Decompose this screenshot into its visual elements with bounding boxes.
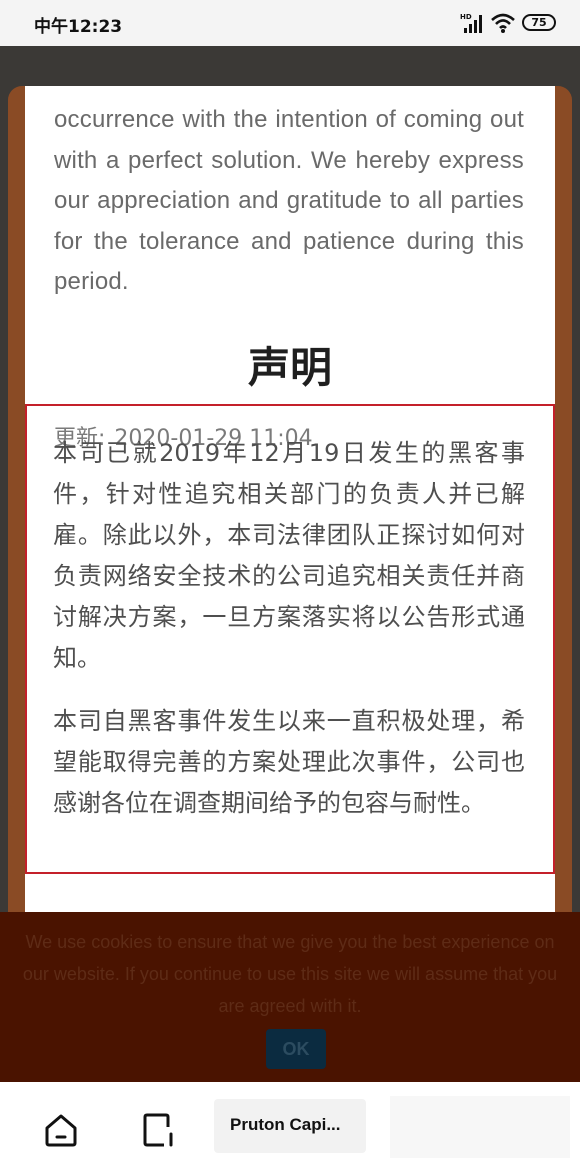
app-tab-label: Pruton Capi... xyxy=(230,1115,341,1134)
cookie-message: We use cookies to ensure that we give yo… xyxy=(22,932,558,1016)
highlight-box xyxy=(25,404,555,874)
signal-icon: HD xyxy=(460,13,482,33)
english-paragraph: occurrence with the intention of coming … xyxy=(54,106,524,295)
home-icon[interactable] xyxy=(42,1112,80,1148)
status-time: 中午12:23 xyxy=(34,17,123,37)
nav-empty-slot xyxy=(390,1096,570,1158)
battery-level: 75 xyxy=(531,16,547,29)
current-app-tab[interactable]: Pruton Capi... xyxy=(214,1099,366,1153)
cookie-banner: We use cookies to ensure that we give yo… xyxy=(0,912,580,1082)
status-bar: 中午12:23 HD 75 xyxy=(0,0,580,46)
cookie-ok-button[interactable]: OK xyxy=(266,1029,326,1069)
battery-icon: 75 xyxy=(522,14,556,31)
hd-badge: HD xyxy=(460,13,472,21)
bottom-navigation: Pruton Capi... xyxy=(0,1082,580,1170)
announcement-heading: 声明 xyxy=(247,343,332,392)
tabs-icon[interactable] xyxy=(140,1112,178,1148)
wifi-icon xyxy=(491,13,515,33)
